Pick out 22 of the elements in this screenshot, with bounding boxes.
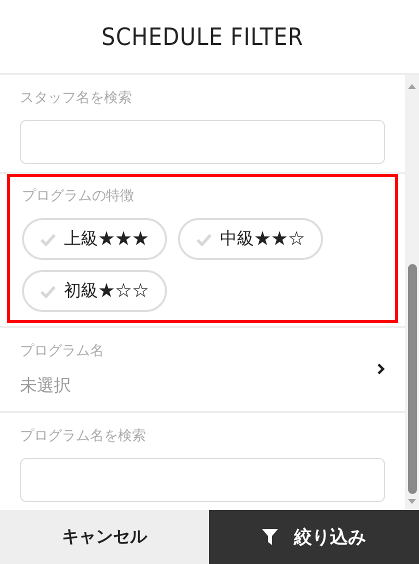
chevron-right-icon	[377, 363, 385, 376]
check-icon	[40, 232, 56, 246]
scroll-down-icon	[408, 499, 416, 505]
selection-value: 未選択	[20, 375, 72, 397]
filter-icon	[262, 529, 278, 545]
scroll-thumb[interactable]	[408, 264, 416, 494]
dialog-title: SCHEDULE FILTER	[102, 22, 304, 52]
level-chip[interactable]: 初級★☆☆	[22, 270, 167, 312]
check-icon	[40, 284, 56, 298]
level-chip[interactable]: 中級★★☆	[178, 218, 323, 260]
field-label: プログラム名を検索	[20, 426, 147, 444]
scrollbar[interactable]	[405, 75, 419, 510]
scroll-up-icon	[408, 83, 416, 89]
staff-search-field[interactable]	[20, 120, 385, 164]
field-label: プログラムの特徴	[22, 186, 135, 205]
field-label: スタッフ名を検索	[20, 88, 133, 107]
program-search-field[interactable]	[20, 458, 385, 502]
cancel-button[interactable]: キャンセル	[0, 510, 209, 564]
field-label: プログラム名	[20, 341, 105, 360]
level-chip[interactable]: 上級★★★	[22, 218, 167, 260]
filter-button[interactable]: 絞り込み	[209, 510, 419, 564]
check-icon	[196, 232, 212, 246]
